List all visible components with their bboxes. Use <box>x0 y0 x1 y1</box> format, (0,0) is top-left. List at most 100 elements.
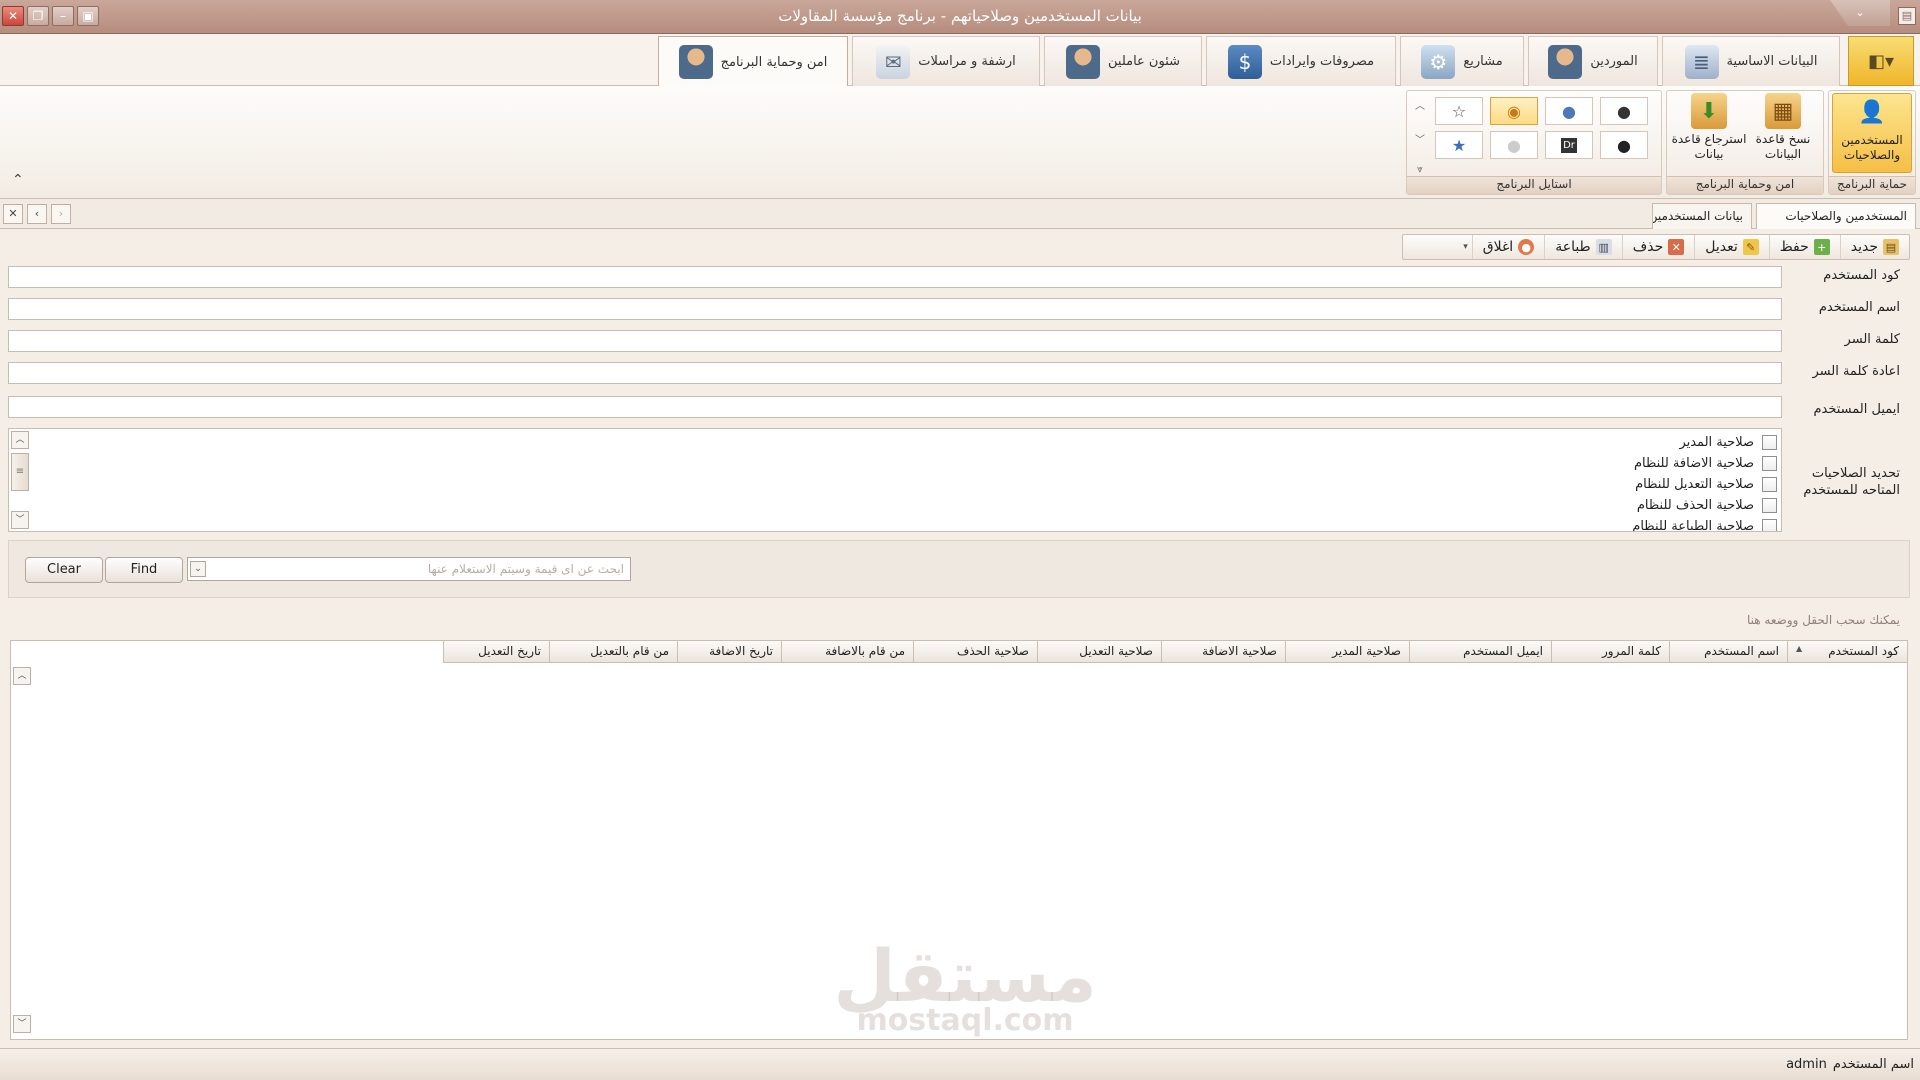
tab-label: مشاريع <box>1463 54 1503 69</box>
close-doc-icon[interactable]: ✕ <box>3 204 23 224</box>
restore-database-button[interactable]: ⬇ استرجاع قاعدة بيانات <box>1671 93 1747 173</box>
user-security-icon <box>678 45 713 79</box>
search-input[interactable]: ⌄ ابحث عن اى قيمة وسيتم الاستعلام عنها <box>187 557 631 581</box>
delete-button[interactable]: ✕ حذف <box>1621 235 1695 259</box>
checkbox[interactable] <box>1762 497 1777 513</box>
column-header[interactable]: صلاحية المدير <box>1285 641 1409 663</box>
password-confirm-label: اعادة كلمة السر <box>1812 364 1900 379</box>
users-permissions-button[interactable]: 👤 المستخدمين والصلاحيات <box>1832 93 1912 173</box>
orange-orb-swatch[interactable]: ◉ <box>1490 97 1538 125</box>
tab-program-security[interactable]: امن وحماية البرنامج <box>658 36 848 87</box>
gallery-expand-icon[interactable]: ⩔ <box>1411 164 1429 175</box>
permission-admin[interactable]: صلاحية المدير <box>1679 433 1777 451</box>
permission-label: صلاحية الطباعة للنظام <box>1632 518 1754 532</box>
column-header[interactable]: ايميل المستخدم <box>1409 641 1551 663</box>
column-label: كود المستخدم <box>1828 644 1899 658</box>
chevron-up-icon[interactable]: ︿ <box>1411 97 1429 112</box>
scroll-thumb[interactable]: ≡ <box>11 453 29 491</box>
email-input[interactable] <box>8 396 1782 418</box>
close-button[interactable]: ● اغلاق <box>1471 235 1544 259</box>
permission-edit[interactable]: صلاحية التعديل للنظام <box>1635 475 1777 493</box>
scroll-up-icon[interactable]: ︿ <box>11 431 29 449</box>
column-header[interactable]: من قام بالتعديل <box>549 641 677 663</box>
permissions-scrollbar[interactable]: ︿ ≡ ﹀ <box>11 431 29 529</box>
save-button[interactable]: + حفظ <box>1768 235 1840 259</box>
tab-employees[interactable]: شئون عاملين <box>1044 36 1202 86</box>
permission-delete[interactable]: صلاحية الحذف للنظام <box>1637 496 1777 514</box>
toolbar-more-button[interactable]: ▾ <box>1459 235 1472 259</box>
tab-suppliers[interactable]: الموردين <box>1528 36 1658 86</box>
email-label: ايميل المستخدم <box>1813 402 1900 417</box>
tab-archive-correspondence[interactable]: ارشفة و مراسلات ✉ <box>852 36 1040 86</box>
white-orb-swatch[interactable]: ● <box>1490 131 1538 159</box>
dark-orb-swatch[interactable]: ● <box>1600 97 1648 125</box>
tab-label: مصروفات وايرادات <box>1269 54 1375 69</box>
tab-label: شئون عاملين <box>1108 54 1181 69</box>
column-label: صلاحية المدير <box>1332 644 1401 658</box>
edit-pencil-icon: ✎ <box>1742 239 1759 255</box>
scroll-down-icon[interactable]: ﹀ <box>11 511 29 529</box>
sort-ascending-icon: ▲ <box>1796 644 1803 653</box>
collapse-ribbon-icon[interactable]: ⌃ <box>12 172 24 188</box>
grid-scroll-up-icon[interactable]: ︿ <box>13 667 31 685</box>
print-button[interactable]: ▥ طباعة <box>1544 235 1622 259</box>
column-header[interactable]: كلمة المرور <box>1551 641 1669 663</box>
checkbox[interactable] <box>1762 476 1777 492</box>
find-button[interactable]: Find <box>105 557 183 583</box>
permission-print[interactable]: صلاحية الطباعة للنظام <box>1632 517 1777 532</box>
blue-orb-swatch[interactable]: ● <box>1545 97 1593 125</box>
clear-button[interactable]: Clear <box>25 557 103 583</box>
edit-button[interactable]: ✎ تعديل <box>1694 235 1769 259</box>
user-code-input[interactable] <box>8 266 1782 288</box>
application-menu-button[interactable]: ◧▾ <box>1848 36 1914 86</box>
style-gallery-scroll[interactable]: ︿ ﹀ ⩔ <box>1411 97 1429 175</box>
prev-doc-icon[interactable]: ‹ <box>27 204 47 224</box>
dr-tile-swatch[interactable]: Dr <box>1545 131 1593 159</box>
star-outline-swatch[interactable]: ☆ <box>1435 97 1483 125</box>
watermark-arabic: مستقل <box>833 934 1097 1018</box>
backup-database-button[interactable]: ▦ نسخ قاعدة البيانات <box>1747 93 1819 173</box>
group-label: استايل البرنامج <box>1407 176 1661 194</box>
permission-add[interactable]: صلاحية الاضافة للنظام <box>1634 454 1777 472</box>
quick-access-dropdown[interactable]: ⌄ <box>1830 0 1890 26</box>
doc-tab-users-permissions[interactable]: المستخدمين والصلاحيات <box>1756 203 1916 229</box>
tab-basic-data[interactable]: البيانات الاساسية ≣ <box>1662 36 1840 86</box>
column-label: من قام بالتعديل <box>590 644 669 658</box>
worker-icon <box>1066 44 1100 79</box>
password-confirm-input[interactable] <box>8 362 1782 384</box>
title-bar: ✕ ❐ – ▣ بيانات المستخدمين وصلاحياتهم - ب… <box>0 0 1920 34</box>
column-header[interactable]: تاريخ التعديل <box>443 641 549 663</box>
blue-star-swatch[interactable]: ★ <box>1435 131 1483 159</box>
column-header[interactable]: صلاحية الحذف <box>913 641 1037 663</box>
money-tag-icon: $ <box>1227 44 1262 79</box>
column-header[interactable]: صلاحية الاضافة <box>1161 641 1285 663</box>
tab-label: امن وحماية البرنامج <box>720 54 828 70</box>
checkbox[interactable] <box>1762 518 1777 531</box>
column-header[interactable]: اسم المستخدم <box>1669 641 1787 663</box>
grid-scroll-down-icon[interactable]: ﹀ <box>13 1015 31 1033</box>
watermark-logo: مستقل mostaql.com <box>800 940 1130 1036</box>
column-header[interactable]: من قام بالاضافة <box>781 641 913 663</box>
checkbox[interactable] <box>1762 434 1777 450</box>
column-header[interactable]: صلاحية التعديل <box>1037 641 1161 663</box>
window-title: بيانات المستخدمين وصلاحياتهم - برنامج مؤ… <box>778 7 1142 25</box>
find-panel: Clear Find ⌄ ابحث عن اى قيمة وسيتم الاست… <box>8 540 1910 598</box>
next-doc-icon[interactable]: › <box>51 204 71 224</box>
group-label: امن وحماية البرنامج <box>1667 176 1823 194</box>
password-input[interactable] <box>8 330 1782 352</box>
user-name-input[interactable] <box>8 298 1782 320</box>
checkbox[interactable] <box>1762 455 1777 471</box>
permission-label: صلاحية المدير <box>1679 434 1754 450</box>
column-label: ايميل المستخدم <box>1463 644 1543 658</box>
tab-expenses-revenues[interactable]: مصروفات وايرادات $ <box>1206 36 1396 86</box>
chevron-down-icon[interactable]: ﹀ <box>1411 131 1429 146</box>
column-header[interactable]: تاريخ الاضافة <box>677 641 781 663</box>
doc-tab-user-data[interactable]: بيانات المستخدمين وصلاحياتهم <box>1652 203 1752 229</box>
new-button[interactable]: ▤ جديد <box>1839 235 1909 259</box>
chevron-down-icon[interactable]: ⌄ <box>190 561 206 577</box>
black-orb-swatch[interactable]: ● <box>1600 131 1648 159</box>
column-header[interactable]: كود المستخدم ▲ <box>1787 641 1907 663</box>
tab-projects[interactable]: مشاريع ⚙ <box>1400 36 1524 86</box>
password-label: كلمة السر <box>1844 332 1900 347</box>
new-record-icon: ▤ <box>1883 239 1899 255</box>
